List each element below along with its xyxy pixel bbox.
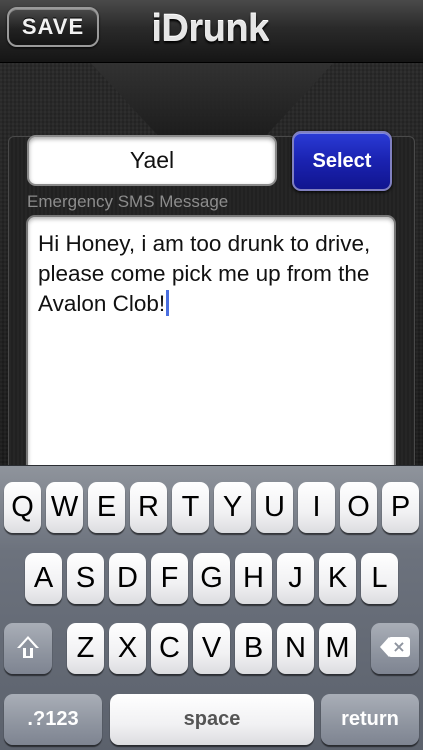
key-d[interactable]: D [109, 553, 146, 604]
key-h[interactable]: H [235, 553, 272, 604]
key-s[interactable]: S [67, 553, 104, 604]
backspace-key[interactable]: × [371, 623, 419, 674]
sms-message-textarea[interactable]: Hi Honey, i am too drunk to drive, pleas… [26, 215, 396, 475]
key-p[interactable]: P [382, 482, 419, 533]
key-e[interactable]: E [88, 482, 125, 533]
key-o[interactable]: O [340, 482, 377, 533]
key-u[interactable]: U [256, 482, 293, 533]
shift-key[interactable] [4, 623, 52, 674]
key-w[interactable]: W [46, 482, 83, 533]
contact-name-field[interactable]: Yael [27, 135, 277, 186]
shift-icon [17, 636, 39, 660]
app-screen: SAVE iDrunk Yael Select Emergency SMS Me… [0, 0, 423, 750]
key-r[interactable]: R [130, 482, 167, 533]
select-contact-button[interactable]: Select [292, 131, 392, 191]
space-key[interactable]: space [110, 694, 314, 745]
key-f[interactable]: F [151, 553, 188, 604]
key-m[interactable]: M [319, 623, 356, 674]
key-j[interactable]: J [277, 553, 314, 604]
key-v[interactable]: V [193, 623, 230, 674]
key-n[interactable]: N [277, 623, 314, 674]
sms-message-text: Hi Honey, i am too drunk to drive, pleas… [38, 231, 371, 316]
nav-bar: SAVE iDrunk [0, 0, 423, 63]
sms-message-label: Emergency SMS Message [27, 192, 229, 211]
key-g[interactable]: G [193, 553, 230, 604]
key-x[interactable]: X [109, 623, 146, 674]
key-a[interactable]: A [25, 553, 62, 604]
app-title: iDrunk [151, 8, 269, 50]
key-l[interactable]: L [361, 553, 398, 604]
backspace-icon: × [380, 637, 410, 657]
key-q[interactable]: Q [4, 482, 41, 533]
key-k[interactable]: K [319, 553, 356, 604]
text-cursor [166, 290, 170, 316]
key-z[interactable]: Z [67, 623, 104, 674]
on-screen-keyboard: Q W E R T Y U I O P A S D F G H J K L Z … [0, 465, 423, 750]
return-key[interactable]: return [321, 694, 419, 745]
save-button[interactable]: SAVE [7, 7, 99, 47]
key-b[interactable]: B [235, 623, 272, 674]
key-i[interactable]: I [298, 482, 335, 533]
key-y[interactable]: Y [214, 482, 251, 533]
numbers-key[interactable]: .?123 [4, 694, 102, 745]
key-c[interactable]: C [151, 623, 188, 674]
key-t[interactable]: T [172, 482, 209, 533]
